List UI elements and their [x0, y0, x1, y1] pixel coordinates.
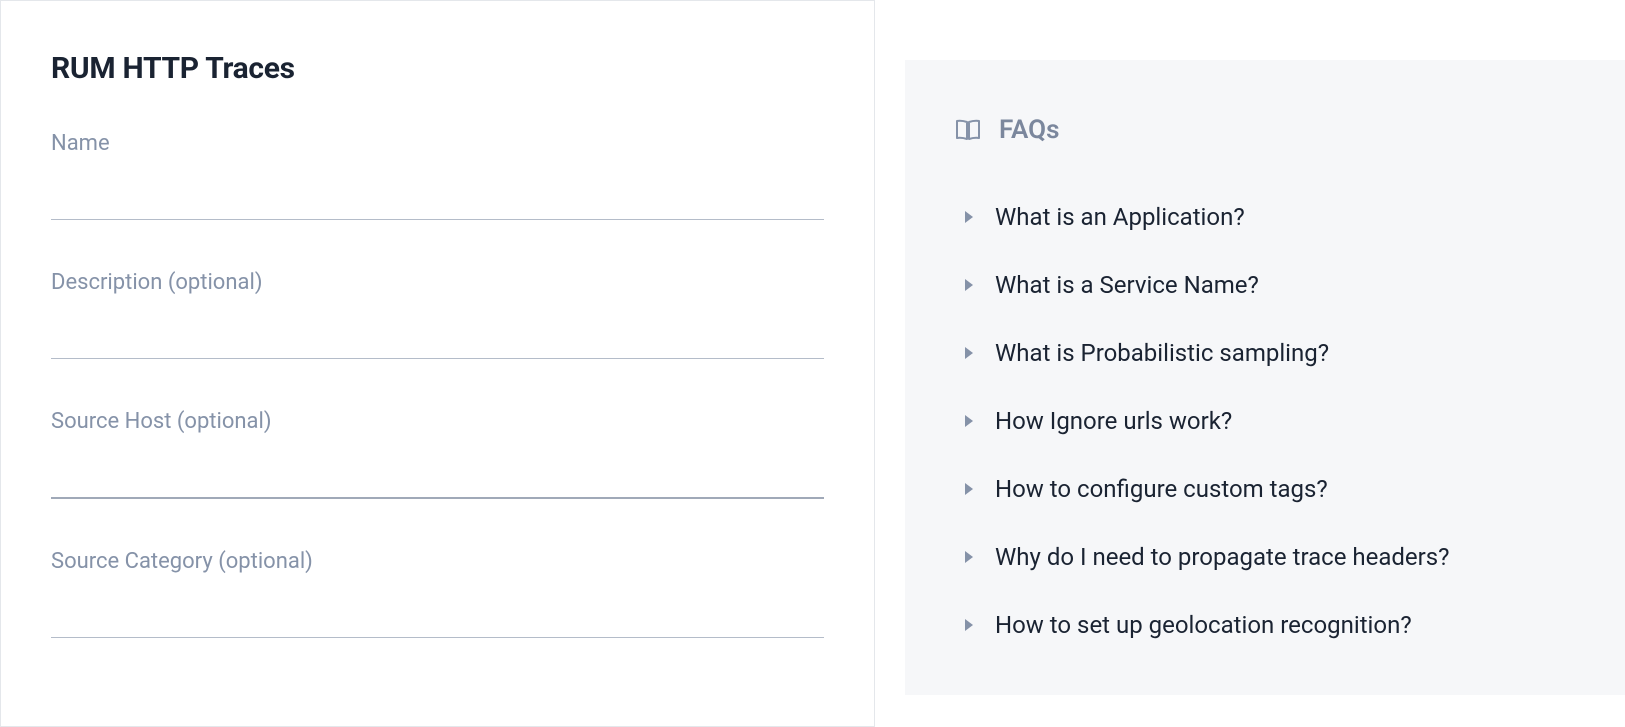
source-host-input[interactable]: [51, 444, 824, 499]
form-title: RUM HTTP Traces: [51, 51, 824, 86]
chevron-right-icon: [965, 279, 973, 291]
faqs-title: FAQs: [999, 115, 1059, 145]
faq-item-application[interactable]: What is an Application?: [955, 183, 1585, 251]
faq-item-trace-headers[interactable]: Why do I need to propagate trace headers…: [955, 523, 1585, 591]
chevron-right-icon: [965, 347, 973, 359]
chevron-right-icon: [965, 211, 973, 223]
form-field-description: Description (optional): [51, 270, 824, 359]
description-label: Description (optional): [51, 270, 824, 295]
faq-item-ignore-urls[interactable]: How Ignore urls work?: [955, 387, 1585, 455]
description-input[interactable]: [51, 305, 824, 359]
faq-item-probabilistic-sampling[interactable]: What is Probabilistic sampling?: [955, 319, 1585, 387]
chevron-right-icon: [965, 483, 973, 495]
faq-item-geolocation[interactable]: How to set up geolocation recognition?: [955, 591, 1585, 659]
faq-item-service-name[interactable]: What is a Service Name?: [955, 251, 1585, 319]
faq-question: What is a Service Name?: [995, 271, 1259, 299]
name-input[interactable]: [51, 166, 824, 220]
faq-question: What is an Application?: [995, 203, 1245, 231]
chevron-right-icon: [965, 415, 973, 427]
faq-question: How Ignore urls work?: [995, 407, 1232, 435]
form-field-source-host: Source Host (optional): [51, 409, 824, 499]
form-panel: RUM HTTP Traces Name Description (option…: [0, 0, 875, 727]
source-category-label: Source Category (optional): [51, 549, 824, 574]
faqs-header: FAQs: [955, 115, 1585, 145]
faq-item-custom-tags[interactable]: How to configure custom tags?: [955, 455, 1585, 523]
chevron-right-icon: [965, 619, 973, 631]
form-field-source-category: Source Category (optional): [51, 549, 824, 638]
source-category-input[interactable]: [51, 584, 824, 638]
name-label: Name: [51, 131, 824, 156]
faq-question: Why do I need to propagate trace headers…: [995, 543, 1450, 571]
chevron-right-icon: [965, 551, 973, 563]
source-host-label: Source Host (optional): [51, 409, 824, 434]
faq-question: How to configure custom tags?: [995, 475, 1328, 503]
book-icon: [955, 119, 981, 141]
form-field-name: Name: [51, 131, 824, 220]
faqs-panel: FAQs What is an Application? What is a S…: [905, 60, 1625, 695]
faq-question: How to set up geolocation recognition?: [995, 611, 1412, 639]
faq-question: What is Probabilistic sampling?: [995, 339, 1329, 367]
